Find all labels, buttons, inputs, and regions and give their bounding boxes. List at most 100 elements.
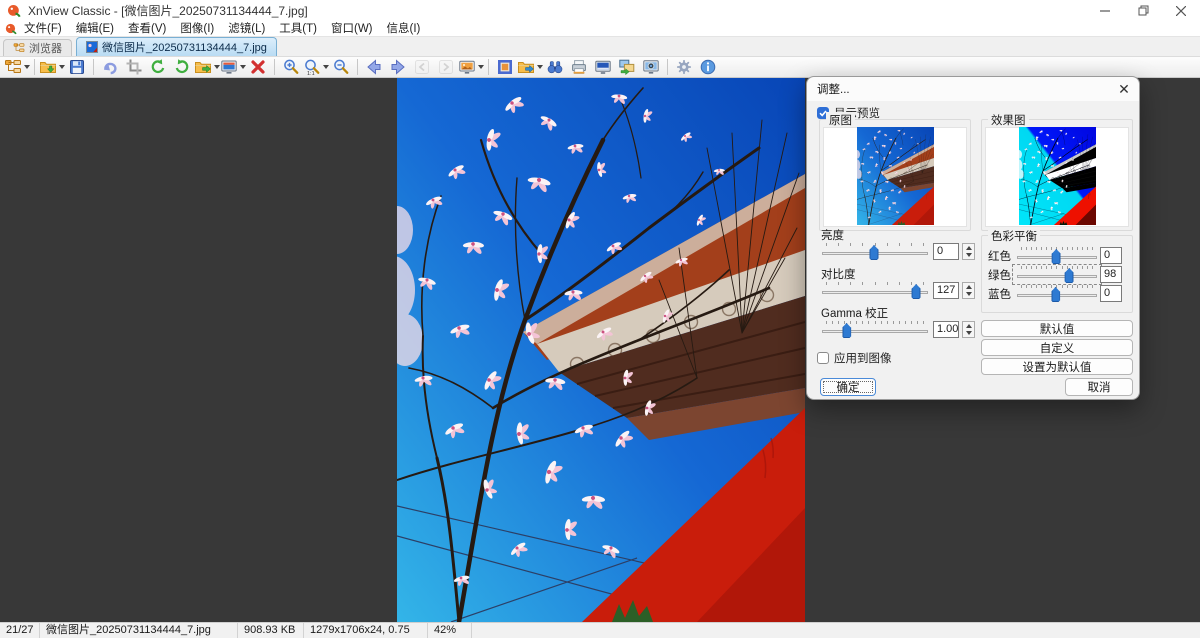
menu-edit[interactable]: 编辑(E) (69, 23, 121, 35)
custom-button[interactable]: 自定义 (981, 339, 1133, 356)
move-copy-button[interactable] (194, 57, 220, 77)
spinner-up-icon[interactable] (963, 283, 974, 291)
zoom-out-button[interactable] (329, 57, 353, 77)
menu-window[interactable]: 窗口(W) (324, 23, 380, 35)
contrast-slider[interactable] (821, 281, 929, 300)
spinner-up-icon[interactable] (963, 244, 974, 252)
settings-button[interactable] (672, 57, 696, 77)
slider-thumb[interactable] (1065, 268, 1074, 283)
original-preview (823, 127, 967, 227)
effect-preview-group: 效果图 (981, 119, 1133, 231)
slider-thumb[interactable] (1052, 249, 1061, 264)
status-bar: 21/27微信图片_20250731134444_7.jpg908.93 KB1… (0, 622, 1200, 638)
undo-button[interactable] (98, 57, 122, 77)
gamma-slider[interactable] (821, 320, 929, 339)
dialog-close-icon[interactable]: ✕ (1109, 77, 1139, 101)
brightness-value-field[interactable]: 0 (933, 243, 959, 260)
crop-button[interactable] (122, 57, 146, 77)
slider-thumb[interactable] (842, 323, 851, 338)
slider-track[interactable] (822, 330, 928, 333)
info-button[interactable] (696, 57, 720, 77)
browser-pane-button[interactable] (4, 57, 30, 77)
nav-first-icon (413, 58, 431, 76)
rotate-right-icon (173, 58, 191, 76)
menu-view[interactable]: 查看(V) (121, 23, 173, 35)
tab-image-file[interactable]: 微信图片_20250731134444_7.jpg (76, 37, 277, 56)
toolbar-separator (488, 59, 489, 75)
fullscreen-button[interactable] (493, 57, 517, 77)
dialog-title-bar[interactable]: 调整... ✕ (807, 77, 1139, 101)
status-segment-3: 1279x1706x24, 0.75 (304, 623, 428, 638)
green-slider[interactable] (1016, 265, 1098, 284)
slider-thumb[interactable] (1051, 287, 1060, 302)
menu-file[interactable]: 文件(F) (17, 23, 69, 35)
red-slider[interactable] (1016, 246, 1098, 265)
default-button[interactable]: 默认值 (981, 320, 1133, 337)
brightness-slider[interactable] (821, 242, 929, 261)
apply-to-image-checkbox[interactable]: 应用到图像 (817, 350, 892, 366)
cancel-button[interactable]: 取消 (1065, 378, 1133, 396)
menu-image[interactable]: 图像(I) (173, 23, 221, 35)
gamma-value-field[interactable]: 1.00 (933, 321, 959, 338)
image-canvas[interactable] (397, 78, 805, 622)
save-button[interactable] (65, 57, 89, 77)
print-button[interactable] (567, 57, 591, 77)
red-label: 红色 (988, 248, 1014, 261)
slideshow-icon (458, 58, 476, 76)
spinner[interactable] (962, 243, 975, 260)
menu-filter[interactable]: 滤镜(L) (221, 23, 272, 35)
export-icon (517, 58, 535, 76)
snapshot-button[interactable] (639, 57, 663, 77)
rotate-left-button[interactable] (146, 57, 170, 77)
green-value-field[interactable]: 98 (1100, 266, 1122, 283)
green-balance-row: 绿色 98 (982, 265, 1134, 284)
crop-icon (125, 58, 143, 76)
image-thumbnail-icon (86, 41, 98, 53)
slider-ticks (826, 282, 924, 286)
tab-browser[interactable]: 浏览器 (3, 39, 72, 56)
dropdown-caret-icon (24, 65, 30, 69)
spinner[interactable] (962, 282, 975, 299)
slider-track[interactable] (1017, 275, 1097, 278)
nav-back-button[interactable] (362, 57, 386, 77)
spinner-down-icon[interactable] (963, 252, 974, 260)
rotate-right-button[interactable] (170, 57, 194, 77)
red-value-field[interactable]: 0 (1100, 247, 1122, 264)
zoom-in-button[interactable] (279, 57, 303, 77)
blue-label: 蓝色 (988, 286, 1014, 299)
delete-button[interactable] (246, 57, 270, 77)
blue-slider[interactable] (1016, 284, 1098, 303)
title-bar: XnView Classic - [微信图片_20250731134444_7.… (0, 0, 1200, 21)
capture-button[interactable] (591, 57, 615, 77)
blue-value-field[interactable]: 0 (1100, 285, 1122, 302)
nav-last-button (434, 57, 458, 77)
spinner-up-icon[interactable] (963, 322, 974, 330)
spinner-down-icon[interactable] (963, 291, 974, 299)
contrast-value-field[interactable]: 127 (933, 282, 959, 299)
convert-button[interactable] (615, 57, 639, 77)
slider-thumb[interactable] (870, 245, 879, 260)
display-settings-button[interactable] (220, 57, 246, 77)
zoom-actual-button[interactable]: 1:1 (303, 57, 329, 77)
open-button[interactable] (39, 57, 65, 77)
brightness-slider-block: 亮度0 (821, 227, 975, 263)
minimize-icon[interactable] (1086, 0, 1124, 21)
contrast-slider-block: 对比度 127 (821, 266, 975, 302)
spinner[interactable] (962, 321, 975, 338)
menu-tools[interactable]: 工具(T) (272, 23, 324, 35)
green-label: 绿色 (988, 267, 1014, 280)
ok-button[interactable]: 确定 (820, 378, 876, 396)
export-button[interactable] (517, 57, 543, 77)
close-icon[interactable] (1162, 0, 1200, 21)
spinner-down-icon[interactable] (963, 330, 974, 338)
contrast-label: 对比度 (821, 266, 975, 279)
tab-bar: 浏览器微信图片_20250731134444_7.jpg (0, 36, 1200, 56)
search-button[interactable] (543, 57, 567, 77)
menu-info[interactable]: 信息(I) (380, 23, 428, 35)
slideshow-button[interactable] (458, 57, 484, 77)
fullscreen-icon (496, 58, 514, 76)
nav-forward-button[interactable] (386, 57, 410, 77)
restore-icon[interactable] (1124, 0, 1162, 21)
slider-thumb[interactable] (912, 284, 921, 299)
set-as-default-button[interactable]: 设置为默认值 (981, 358, 1133, 375)
